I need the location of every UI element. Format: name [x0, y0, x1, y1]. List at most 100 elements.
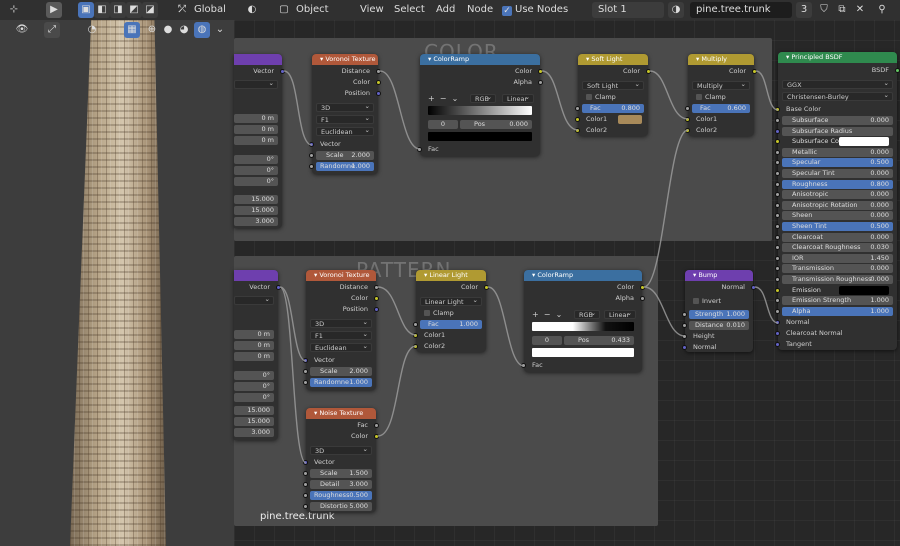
colorramp-node-1[interactable]: ▾ ColorRamp Color Alpha + − ⌄ RGB Linear…	[417, 54, 543, 156]
socket[interactable]	[413, 344, 418, 349]
socket[interactable]	[895, 68, 900, 73]
duplicate-material-icon[interactable]: ⧉	[834, 2, 850, 18]
location-z[interactable]: 0 m	[234, 352, 274, 361]
randomness-field[interactable]: Randomne 1.000	[316, 162, 374, 171]
feature-dropdown[interactable]: F1	[310, 330, 372, 340]
select-mode-extend-icon[interactable]: ◧	[94, 2, 110, 18]
socket[interactable]	[775, 171, 780, 176]
bsdf-field-sheen[interactable]: Sheen 0.000	[782, 211, 893, 221]
bsdf-field-clearcoat-roughness[interactable]: Clearcoat Roughness 0.030	[782, 243, 893, 253]
clamp-checkbox[interactable]: Clamp	[586, 93, 616, 102]
socket[interactable]	[775, 298, 780, 304]
fake-user-shield-icon[interactable]: ⛉	[816, 2, 832, 18]
mapping-type-dropdown[interactable]	[234, 79, 278, 89]
bsdf-field-roughness[interactable]: Roughness 0.800	[782, 179, 893, 189]
voronoi-texture-node-1[interactable]: ▾ Voronoi Texture Distance Color Positio…	[309, 54, 381, 174]
distribution-dropdown[interactable]: GGX	[782, 79, 893, 89]
socket[interactable]	[374, 307, 379, 312]
bsdf-field-transmission-roughness[interactable]: Transmission Roughness 0.000	[782, 275, 893, 284]
editor-type-icon[interactable]: ◐	[244, 2, 260, 18]
stop-position-field[interactable]: Pos 0.000	[460, 120, 532, 129]
color-swatch[interactable]	[839, 137, 889, 147]
socket[interactable]	[374, 296, 379, 301]
rotation-y[interactable]: 0°	[234, 166, 278, 175]
rotation-x[interactable]: 0°	[234, 155, 278, 164]
mapping-node-bottom[interactable]: Vector 0 m 0 m 0 m 0° 0° 0° 15.000 15.00…	[234, 270, 281, 440]
socket[interactable]	[775, 139, 780, 145]
invert-checkbox[interactable]: Invert	[693, 297, 721, 306]
socket[interactable]	[280, 69, 285, 74]
socket[interactable]	[521, 363, 526, 368]
socket[interactable]	[376, 91, 381, 96]
socket[interactable]	[775, 202, 780, 208]
socket[interactable]	[303, 471, 308, 476]
menu-select[interactable]: Select	[394, 2, 425, 18]
voronoi-texture-node-2[interactable]: ▾ Voronoi Texture Distance Color Positio…	[303, 270, 379, 390]
socket[interactable]	[682, 312, 687, 317]
socket[interactable]	[374, 434, 379, 439]
scale-x[interactable]: 15.000	[234, 195, 278, 204]
socket[interactable]	[775, 308, 780, 314]
socket[interactable]	[775, 107, 780, 112]
bsdf-field-subsurface[interactable]: Subsurface 0.000	[782, 116, 893, 125]
solid-shading-icon[interactable]: ●	[160, 22, 176, 38]
socket[interactable]	[775, 234, 780, 240]
wireframe-shading-icon[interactable]: ⊕	[144, 22, 160, 38]
ramp-add-remove-icons[interactable]: + − ⌄	[428, 94, 458, 103]
bsdf-field-ior[interactable]: IOR 1.450	[782, 253, 893, 263]
socket[interactable]	[775, 181, 780, 187]
socket[interactable]	[303, 460, 308, 465]
socket[interactable]	[682, 334, 687, 339]
visibility-eye-icon[interactable]: 👁	[14, 22, 30, 38]
socket[interactable]	[374, 285, 379, 290]
material-name-field[interactable]: pine.tree.trunk	[690, 2, 792, 18]
feature-dropdown[interactable]: F1	[316, 114, 374, 124]
location-x[interactable]: 0 m	[234, 114, 278, 123]
dimensions-dropdown[interactable]: 3D	[310, 445, 372, 455]
rotation-z[interactable]: 0°	[234, 177, 278, 186]
socket[interactable]	[775, 192, 780, 198]
socket[interactable]	[775, 224, 780, 229]
mapping-type-dropdown[interactable]	[234, 295, 274, 305]
bsdf-field-clearcoat[interactable]: Clearcoat 0.000	[782, 232, 893, 242]
linear-light-mix-node[interactable]: ▾ Linear Light Color Linear Light Clamp …	[413, 270, 489, 352]
socket[interactable]	[682, 323, 687, 328]
socket[interactable]	[775, 331, 780, 336]
socket[interactable]	[309, 153, 314, 158]
fac-field[interactable]: Fac 1.000	[420, 320, 482, 329]
bsdf-field-specular-tint[interactable]: Specular Tint 0.000	[782, 169, 893, 178]
socket[interactable]	[303, 504, 308, 509]
material-slot-dropdown[interactable]: Slot 1	[592, 2, 664, 18]
socket[interactable]	[484, 285, 489, 290]
bsdf-field-anisotropic[interactable]: Anisotropic 0.000	[782, 190, 893, 200]
select-tool-icon[interactable]: ▶	[46, 2, 62, 18]
scale-field[interactable]: Scale 1.500	[310, 469, 372, 478]
transform-orientation-dropdown[interactable]: Global	[194, 2, 226, 18]
socket[interactable]	[575, 128, 580, 133]
select-mode-subtract-icon[interactable]: ◨	[110, 2, 126, 18]
menu-add[interactable]: Add	[436, 2, 455, 18]
socket[interactable]	[303, 482, 308, 487]
rendered-shading-icon[interactable]: ◍	[194, 22, 210, 38]
color-swatch[interactable]	[839, 285, 889, 295]
socket[interactable]	[303, 380, 308, 385]
socket[interactable]	[682, 345, 687, 350]
distortion-field[interactable]: Distortio 5.000	[310, 502, 372, 511]
color-ramp-gradient[interactable]	[428, 106, 532, 115]
socket[interactable]	[775, 118, 780, 123]
socket[interactable]	[775, 245, 780, 251]
socket[interactable]	[413, 322, 418, 327]
bsdf-field-emission[interactable]: Emission	[782, 285, 893, 295]
detail-field[interactable]: Detail 3.000	[310, 480, 372, 489]
socket[interactable]	[309, 164, 314, 169]
bsdf-field-subsurface-color[interactable]: Subsurface Color	[782, 137, 893, 147]
socket[interactable]	[751, 285, 756, 290]
use-nodes-checkbox[interactable]: ✓ Use Nodes	[502, 2, 568, 18]
rotation-z[interactable]: 0°	[234, 393, 274, 402]
color-ramp-gradient[interactable]	[532, 322, 634, 331]
socket[interactable]	[752, 69, 757, 74]
socket[interactable]	[775, 213, 780, 219]
socket[interactable]	[775, 320, 780, 325]
bsdf-field-alpha[interactable]: Alpha 1.000	[782, 306, 893, 316]
noise-texture-node[interactable]: ▾ Noise Texture Fac Color 3D Vector Scal…	[303, 408, 379, 512]
